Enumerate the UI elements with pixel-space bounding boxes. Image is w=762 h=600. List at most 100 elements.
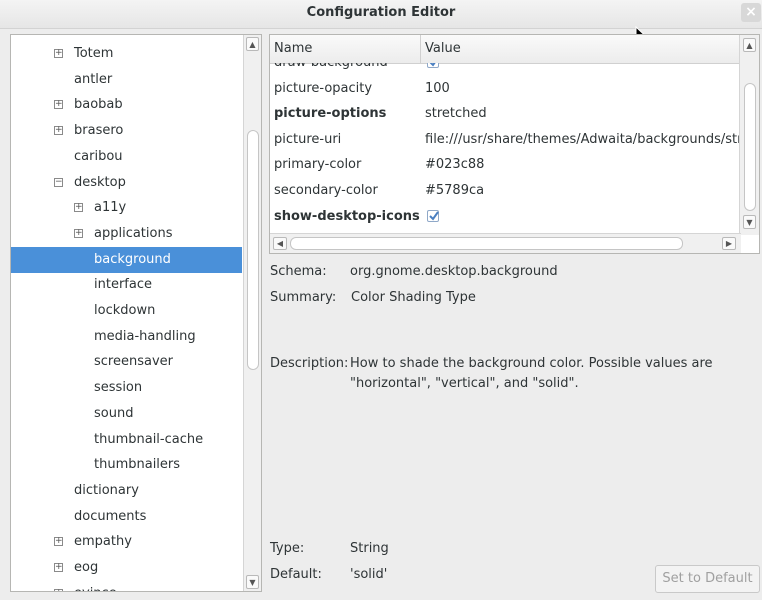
tree-item-label: thumbnailers: [94, 457, 181, 473]
tree-item-label: sound: [94, 405, 134, 421]
default-label: Default:: [270, 567, 322, 582]
tree-item-label: brasero: [74, 123, 124, 139]
title-bar: Configuration Editor ×: [0, 0, 762, 29]
key-name: show-desktop-icons: [274, 208, 420, 224]
tree-item[interactable]: sound: [11, 401, 242, 427]
expand-icon[interactable]: [54, 126, 63, 136]
tree-item[interactable]: evince: [11, 581, 242, 591]
tree-item-label: interface: [94, 277, 152, 293]
table-row[interactable]: secondary-color #5789ca: [270, 178, 741, 204]
type-value: String: [350, 541, 389, 556]
value-checkbox[interactable]: [427, 209, 439, 222]
schema-label: Schema:: [270, 264, 327, 279]
default-value: 'solid': [350, 567, 388, 582]
expand-icon[interactable]: [54, 563, 63, 572]
key-name: picture-uri: [274, 131, 342, 147]
tree-item-label: Totem: [74, 46, 114, 61]
value-checkbox[interactable]: [427, 63, 439, 68]
scroll-up-icon[interactable]: ▲: [246, 37, 259, 51]
type-label: Type:: [270, 541, 305, 556]
tree-item[interactable]: documents: [11, 504, 242, 530]
close-button[interactable]: ×: [741, 3, 761, 22]
tree-item-label: empathy: [74, 534, 132, 550]
tree-item[interactable]: applications: [11, 221, 242, 247]
tree-item-label: dictionary: [74, 482, 139, 498]
tree-item[interactable]: thumbnailers: [11, 452, 242, 478]
expand-icon[interactable]: [54, 49, 63, 58]
scroll-left-icon[interactable]: ◀: [273, 237, 287, 250]
tree-item[interactable]: dictionary: [11, 478, 242, 504]
table-row[interactable]: picture-uri file:///usr/share/themes/Adwa…: [270, 127, 741, 153]
key-name: draw-background: [274, 63, 388, 76]
table-horizontal-scrollbar[interactable]: ◀ ▶: [270, 233, 741, 253]
expand-icon[interactable]: [54, 537, 63, 547]
tree-item-label: desktop: [74, 174, 126, 190]
tree-item-label: thumbnail-cache: [94, 431, 204, 447]
tree-item[interactable]: eog: [11, 555, 242, 581]
key-name: picture-opacity: [274, 80, 373, 96]
expand-icon[interactable]: [54, 100, 63, 110]
table-row[interactable]: picture-options stretched: [270, 101, 741, 127]
table-body: draw-backgroundpicture-opacity100picture…: [270, 63, 741, 235]
key-value: 100: [425, 80, 450, 96]
tree-item[interactable]: desktop: [11, 170, 242, 196]
table-header: Name Value: [270, 35, 741, 64]
description-line-2: "horizontal", "vertical", and "solid".: [350, 376, 579, 391]
column-header-name[interactable]: Name: [274, 41, 312, 56]
scroll-down-icon[interactable]: ▼: [246, 575, 259, 589]
scroll-down-icon[interactable]: ▼: [743, 215, 756, 229]
expand-icon[interactable]: [74, 228, 83, 238]
tree-item-label: a11y: [94, 200, 127, 216]
expand-icon[interactable]: [74, 203, 83, 213]
tree-item-label: screensaver: [94, 354, 173, 370]
tree-scrollbar[interactable]: ▲ ▼: [243, 35, 261, 591]
tree-item[interactable]: antler: [11, 67, 242, 93]
expand-icon[interactable]: [54, 588, 63, 591]
table-row[interactable]: picture-opacity 100: [270, 76, 741, 102]
tree-item-label: documents: [74, 508, 147, 524]
tree-item-label: session: [94, 380, 143, 396]
summary-label: Summary:: [270, 290, 337, 305]
schema-value: org.gnome.desktop.background: [350, 264, 558, 279]
tree-item[interactable]: media-handling: [11, 324, 242, 350]
description-line-1: How to shade the background color. Possi…: [350, 356, 713, 371]
checkmark-icon: [429, 211, 439, 221]
tree-item-label: background: [94, 251, 171, 267]
scroll-right-icon[interactable]: ▶: [722, 237, 736, 250]
tree-item[interactable]: caribou: [11, 144, 242, 170]
table-hscroll-thumb[interactable]: [290, 237, 683, 250]
table-vertical-scrollbar[interactable]: ▲ ▼: [739, 35, 759, 235]
tree-item[interactable]: thumbnail-cache: [11, 427, 242, 453]
tree-item-label: antler: [74, 71, 113, 87]
table-row[interactable]: primary-color #023c88: [270, 152, 741, 178]
key-value: #5789ca: [425, 183, 485, 198]
checkmark-icon: [429, 63, 436, 67]
table-vscroll-thumb[interactable]: [744, 83, 756, 211]
tree-item[interactable]: session: [11, 375, 242, 401]
keys-table[interactable]: Name Value draw-backgroundpicture-opacit…: [269, 34, 760, 254]
tree-item[interactable]: screensaver: [11, 349, 242, 375]
tree-item[interactable]: empathy: [11, 529, 242, 555]
tree-item-label: baobab: [74, 97, 123, 113]
tree-item[interactable]: baobab: [11, 92, 242, 118]
tree-item-label: lockdown: [94, 303, 156, 318]
table-row[interactable]: show-desktop-icons: [270, 204, 741, 230]
set-to-default-button[interactable]: Set to Default: [655, 565, 760, 593]
key-value: #023c88: [425, 157, 485, 173]
tree-item[interactable]: background: [11, 246, 242, 273]
tree-item[interactable]: brasero: [11, 118, 242, 144]
collapse-icon[interactable]: [54, 177, 63, 187]
window-title: Configuration Editor: [306, 5, 456, 20]
table-row[interactable]: draw-background: [270, 63, 741, 76]
column-header-value[interactable]: Value: [425, 41, 461, 56]
tree-scroll-thumb[interactable]: [247, 130, 259, 370]
tree-item[interactable]: a11y: [11, 195, 242, 221]
description-label: Description:: [270, 356, 349, 371]
tree-item[interactable]: lockdown: [11, 298, 242, 324]
key-name: secondary-color: [274, 183, 378, 198]
tree-item[interactable]: interface: [11, 272, 242, 298]
tree-item-label: media-handling: [94, 328, 196, 344]
scroll-up-icon[interactable]: ▲: [743, 38, 756, 52]
schema-tree[interactable]: Totem antler baobab brasero caribou desktop a1…: [10, 34, 262, 592]
tree-item[interactable]: Totem: [11, 41, 242, 67]
